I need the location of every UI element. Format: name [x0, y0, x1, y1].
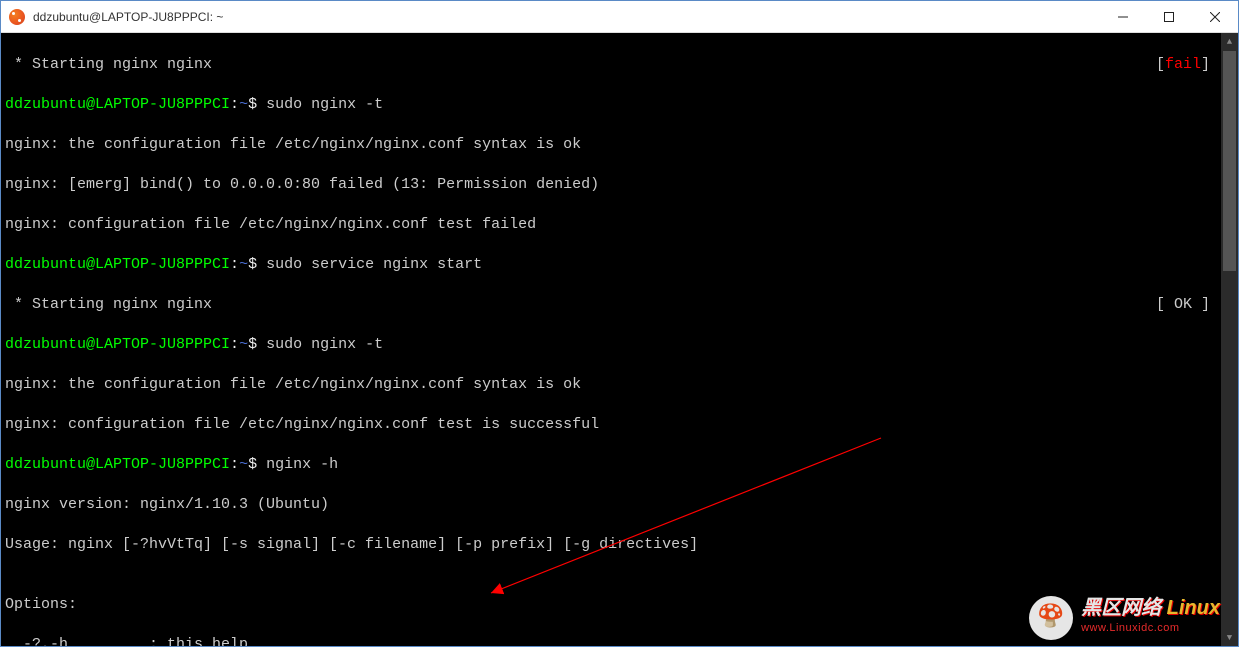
maximize-button[interactable]	[1146, 1, 1192, 33]
terminal-body[interactable]: * Starting nginx nginx[fail] ddzubuntu@L…	[1, 33, 1238, 646]
output-line: Usage: nginx [-?hvVtTq] [-s signal] [-c …	[5, 535, 1234, 555]
output-line: nginx: configuration file /etc/nginx/ngi…	[5, 215, 1234, 235]
output-line: * Starting nginx nginx	[5, 55, 212, 75]
watermark: 🍄 黑区网络 Linux www.Linuxidc.com	[1029, 596, 1220, 640]
ubuntu-icon	[9, 9, 25, 25]
watermark-brand: 黑区网络 Linux	[1081, 598, 1220, 618]
window-title: ddzubuntu@LAPTOP-JU8PPPCI: ~	[33, 10, 1100, 24]
close-button[interactable]	[1192, 1, 1238, 33]
scroll-up-icon[interactable]: ▲	[1221, 33, 1238, 50]
terminal-window: ddzubuntu@LAPTOP-JU8PPPCI: ~ * Starting …	[0, 0, 1239, 647]
scrollbar-thumb[interactable]	[1223, 51, 1236, 271]
prompt-line: ddzubuntu@LAPTOP-JU8PPPCI:~$ sudo nginx …	[5, 95, 383, 115]
titlebar[interactable]: ddzubuntu@LAPTOP-JU8PPPCI: ~	[1, 1, 1238, 33]
output-line: nginx: the configuration file /etc/nginx…	[5, 375, 1234, 395]
watermark-url: www.Linuxidc.com	[1081, 618, 1220, 638]
minimize-button[interactable]	[1100, 1, 1146, 33]
maximize-icon	[1164, 12, 1174, 22]
output-line: nginx: configuration file /etc/nginx/ngi…	[5, 415, 1234, 435]
output-line: nginx: the configuration file /etc/nginx…	[5, 135, 1234, 155]
output-line: nginx version: nginx/1.10.3 (Ubuntu)	[5, 495, 1234, 515]
close-icon	[1210, 12, 1220, 22]
vertical-scrollbar[interactable]: ▲ ▼	[1221, 33, 1238, 646]
window-controls	[1100, 1, 1238, 32]
scroll-down-icon[interactable]: ▼	[1221, 629, 1238, 646]
mushroom-icon: 🍄	[1029, 596, 1073, 640]
output-line: nginx: [emerg] bind() to 0.0.0.0:80 fail…	[5, 175, 1234, 195]
prompt-line: ddzubuntu@LAPTOP-JU8PPPCI:~$ nginx -h	[5, 455, 338, 475]
prompt-line: ddzubuntu@LAPTOP-JU8PPPCI:~$ sudo servic…	[5, 255, 482, 275]
output-line: * Starting nginx nginx	[5, 295, 212, 315]
minimize-icon	[1118, 12, 1128, 22]
prompt-line: ddzubuntu@LAPTOP-JU8PPPCI:~$ sudo nginx …	[5, 335, 383, 355]
